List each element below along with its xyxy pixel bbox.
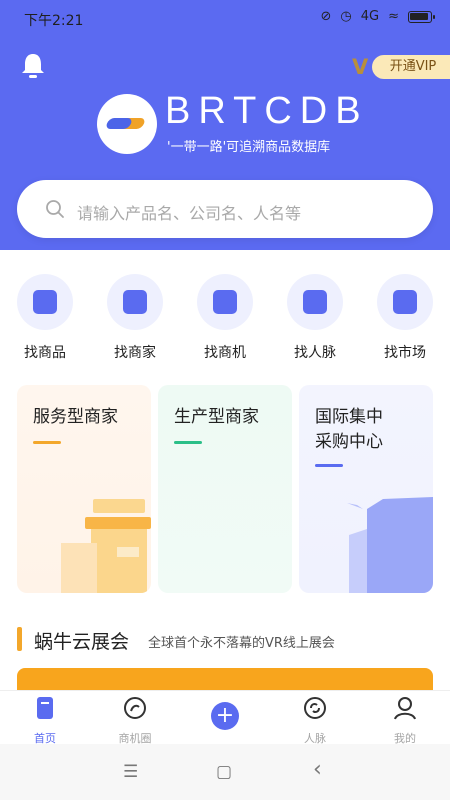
- card-international-procurement[interactable]: 国际集中 采购中心: [299, 385, 433, 593]
- quick-label: 找商家: [114, 345, 156, 361]
- section-title: 蜗牛云展会: [34, 631, 130, 653]
- card-underline: [33, 441, 61, 444]
- card-underline: [174, 441, 202, 444]
- search-input[interactable]: 请输入产品名、公司名、人名等: [77, 200, 301, 224]
- card-underline: [315, 464, 343, 467]
- card-title: 生产型商家: [174, 407, 259, 427]
- quick-find-markets[interactable]: 找市场: [375, 274, 435, 362]
- quick-actions: 找商品 找商家 找商机 找人脉 找市场: [0, 274, 450, 364]
- card-title: 服务型商家: [33, 407, 118, 427]
- menu-icon[interactable]: ☰: [123, 762, 138, 782]
- circle-icon: [124, 697, 146, 719]
- search-bar[interactable]: 请输入产品名、公司名、人名等: [17, 180, 433, 238]
- section-accent-bar: [17, 627, 22, 651]
- quick-label: 找商品: [24, 345, 66, 361]
- section-subtitle: 全球首个永不落幕的VR线上展会: [148, 636, 335, 651]
- signal-icon: 4G: [360, 9, 380, 24]
- status-bar: 下午2:21 ⊘ ◷ 4G ≈: [0, 0, 450, 36]
- quick-find-products[interactable]: 找商品: [15, 274, 75, 362]
- brand-name: BRTCDB: [165, 90, 369, 132]
- storefront-icon: [107, 274, 163, 330]
- quick-find-opportunities[interactable]: 找商机: [195, 274, 255, 362]
- market-bag-icon: [377, 274, 433, 330]
- tab-opportunity-circle[interactable]: 商机圈: [105, 695, 165, 746]
- profile-icon: [394, 697, 416, 720]
- building-illustration: [61, 499, 151, 593]
- add-button[interactable]: +: [211, 702, 239, 730]
- card-production-merchants[interactable]: 生产型商家: [158, 385, 292, 593]
- card-title-line: 国际集中: [315, 407, 383, 427]
- network-icon: [304, 697, 326, 719]
- quick-label: 找市场: [384, 345, 426, 361]
- plus-icon: +: [215, 703, 235, 728]
- search-icon: [46, 200, 64, 218]
- brand-slogan: '一带一路'可追溯商品数据库: [167, 140, 331, 155]
- quick-label: 找人脉: [294, 345, 336, 361]
- back-icon[interactable]: ‹: [313, 757, 322, 782]
- contacts-icon: [287, 274, 343, 330]
- card-title: 国际集中 采购中心: [315, 405, 383, 455]
- quick-find-contacts[interactable]: 找人脉: [285, 274, 345, 362]
- tab-network[interactable]: 人脉: [285, 695, 345, 746]
- status-time: 下午2:21: [24, 13, 84, 29]
- header: 下午2:21 ⊘ ◷ 4G ≈ V 开通VIP BRTCDB '一带一路'可追溯…: [0, 0, 450, 250]
- vip-button[interactable]: V 开通VIP: [352, 52, 450, 82]
- battery-icon: [408, 10, 435, 23]
- bottom-tabbar: 首页 商机圈 + 人脉 我的: [0, 690, 450, 746]
- shopping-bag-icon: [17, 274, 73, 330]
- card-service-merchants[interactable]: 服务型商家: [17, 385, 151, 593]
- bell-icon[interactable]: [20, 52, 46, 80]
- vip-label: 开通VIP: [372, 55, 450, 79]
- status-icons: ⊘ ◷ 4G ≈: [320, 9, 435, 24]
- home-icon: [37, 697, 53, 719]
- brand-logo: [97, 94, 157, 154]
- mute-icon: ⊘: [320, 9, 332, 24]
- tab-home[interactable]: 首页: [15, 695, 75, 746]
- system-navigation: ☰ ▢ ‹: [0, 744, 450, 800]
- wifi-icon: ≈: [388, 9, 399, 24]
- expo-banner[interactable]: [17, 668, 433, 692]
- home-button-icon[interactable]: ▢: [216, 762, 232, 782]
- tab-profile[interactable]: 我的: [375, 695, 435, 746]
- skyscraper-illustration: [347, 497, 433, 593]
- category-cards: 服务型商家 生产型商家 国际集中 采购中心: [17, 385, 433, 593]
- alarm-icon: ◷: [340, 9, 352, 24]
- vip-badge-icon: V: [352, 55, 369, 79]
- opportunity-icon: [197, 274, 253, 330]
- quick-find-merchants[interactable]: 找商家: [105, 274, 165, 362]
- card-title-line: 采购中心: [315, 432, 383, 452]
- quick-label: 找商机: [204, 345, 246, 361]
